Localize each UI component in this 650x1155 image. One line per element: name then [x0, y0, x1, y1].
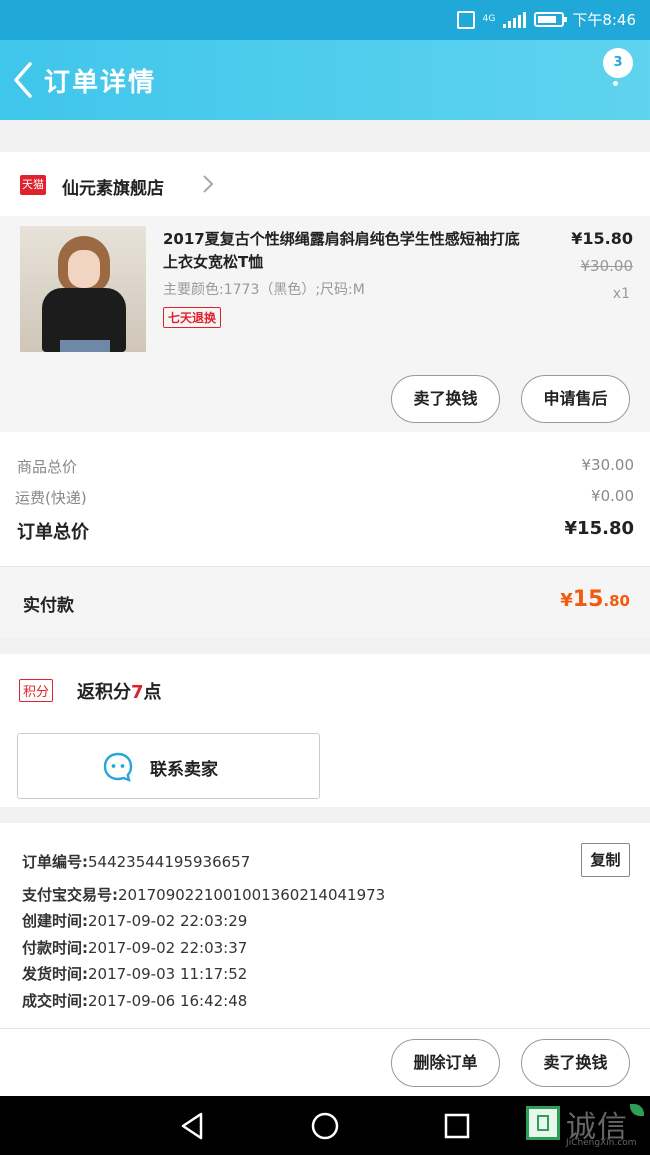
back-icon[interactable]	[10, 60, 40, 100]
network-type: 4G	[482, 14, 496, 24]
clock: 下午8:46	[572, 11, 636, 29]
product-original-price: ¥30.00	[580, 257, 634, 275]
product-price: ¥15.80	[571, 229, 633, 248]
app-header: 订单详情 3	[0, 40, 650, 120]
sell-back-bottom-button[interactable]: 卖了换钱	[521, 1039, 630, 1087]
goods-total-value: ¥30.00	[581, 456, 635, 474]
return-policy-badge: 七天退换	[163, 307, 222, 328]
product-title[interactable]: 2017夏复古个性绑绳露肩斜肩纯色学生性感短袖打底上衣女宽松T恤	[163, 228, 528, 274]
order-total-label: 订单总价	[17, 522, 89, 543]
points-section: 积分 返积分7点 联系卖家	[0, 654, 650, 807]
points-text: 返积分7点	[77, 682, 162, 703]
product-card: 2017夏复古个性绑绳露肩斜肩纯色学生性感短袖打底上衣女宽松T恤 主要颜色:17…	[0, 216, 650, 432]
completed-time-row: 成交时间:2017-09-06 16:42:48	[22, 992, 248, 1010]
page-title: 订单详情	[44, 68, 157, 98]
after-sale-button[interactable]: 申请售后	[521, 375, 630, 423]
more-menu-icon[interactable]	[610, 70, 620, 100]
shop-name: 仙元素旗舰店	[62, 179, 164, 199]
nav-recents-icon[interactable]	[439, 1108, 475, 1144]
order-number: 54423544195936657	[88, 853, 251, 871]
alipay-row: 支付宝交易号:2017090221001001360214041973	[22, 886, 386, 904]
created-time-row: 创建时间:2017-09-02 22:03:29	[22, 912, 248, 930]
shipping-label: 运费(快递)	[15, 489, 87, 507]
price-summary: 商品总价 ¥30.00 运费(快递) ¥0.00 订单总价 ¥15.80	[0, 432, 650, 566]
paid-time-row: 付款时间:2017-09-02 22:03:37	[22, 939, 248, 957]
shipping-value: ¥0.00	[591, 487, 634, 505]
watermark: 诚信 JiChengXin.com	[526, 1102, 644, 1148]
paid-amount: ¥15.80	[560, 587, 630, 612]
alipay-number: 2017090221001001360214041973	[118, 886, 386, 904]
goods-total-row: 商品总价 ¥30.00	[17, 456, 634, 477]
shipped-time-row: 发货时间:2017-09-03 11:17:52	[22, 965, 248, 983]
battery-icon	[534, 12, 568, 27]
watermark-logo-icon	[526, 1106, 560, 1140]
shop-row[interactable]: 天猫 仙元素旗舰店	[0, 152, 650, 216]
shipping-row: 运费(快递) ¥0.00	[15, 487, 634, 508]
order-number-row: 订单编号:54423544195936657	[22, 853, 251, 871]
chevron-right-icon	[203, 175, 214, 193]
paid-amount-row: 实付款 ¥15.80	[0, 566, 650, 638]
paid-label: 实付款	[23, 596, 74, 616]
sell-back-button[interactable]: 卖了换钱	[391, 375, 500, 423]
status-bar: 4G 下午8:46	[0, 0, 650, 40]
nav-back-icon[interactable]	[175, 1108, 211, 1144]
copy-button[interactable]: 复制	[581, 843, 630, 877]
product-quantity: x1	[612, 286, 630, 302]
system-nav-bar: 诚信 JiChengXin.com	[0, 1096, 650, 1155]
chat-bubble-icon	[103, 752, 133, 782]
tmall-logo-icon: 天猫	[20, 175, 46, 195]
signal-icon	[503, 11, 527, 28]
nav-home-icon[interactable]	[307, 1108, 343, 1144]
order-total-value: ¥15.80	[564, 518, 634, 539]
vibrate-icon	[456, 10, 475, 29]
delete-order-button[interactable]: 删除订单	[391, 1039, 500, 1087]
goods-total-label: 商品总价	[17, 458, 78, 476]
contact-seller-button[interactable]: 联系卖家	[17, 733, 320, 799]
leaf-icon	[630, 1104, 644, 1116]
order-total-row: 订单总价 ¥15.80	[17, 518, 634, 544]
points-badge: 积分	[19, 679, 54, 702]
product-spec: 主要颜色:1773（黑色）;尺码:M	[163, 282, 365, 298]
contact-seller-label: 联系卖家	[150, 760, 218, 780]
order-info: 订单编号:54423544195936657 复制 支付宝交易号:2017090…	[0, 823, 650, 1028]
product-image[interactable]	[20, 226, 146, 352]
bottom-actions: 删除订单 卖了换钱	[0, 1028, 650, 1096]
